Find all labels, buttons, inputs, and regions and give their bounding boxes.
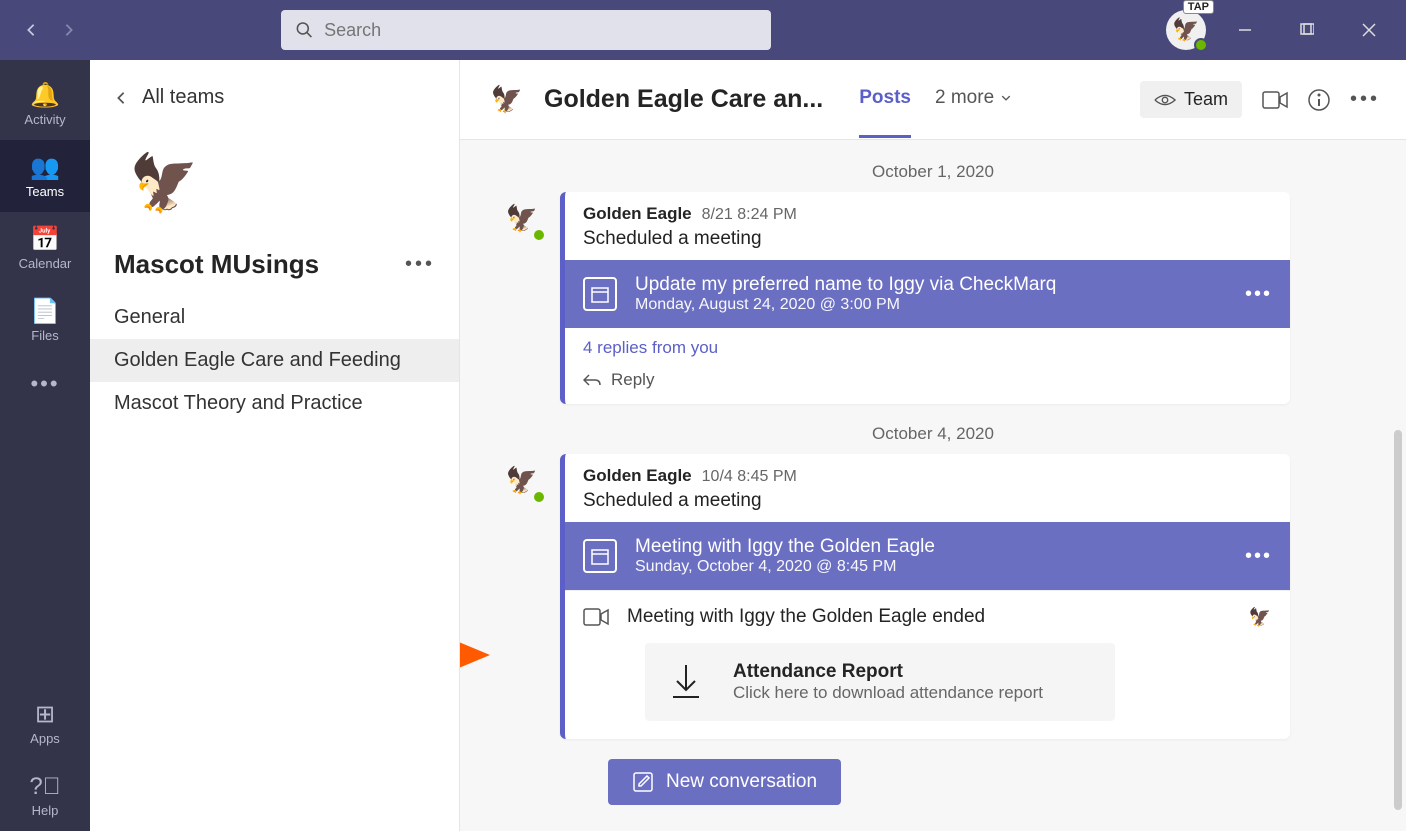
presence-available-icon <box>532 228 546 242</box>
file-icon: 📄 <box>30 297 60 326</box>
post-action-text: Scheduled a meeting <box>565 228 1290 260</box>
presence-available-icon <box>1194 38 1208 52</box>
minimize-button[interactable] <box>1222 10 1268 50</box>
tab-more[interactable]: 2 more <box>935 61 1013 138</box>
channel-more-options[interactable]: ••• <box>1350 88 1380 111</box>
help-icon: ?⃝ <box>29 773 60 801</box>
rail-calendar[interactable]: 📅Calendar <box>0 212 90 284</box>
posts-feed: October 1, 2020 🦅 Golden Eagle 8/21 8:24 … <box>460 140 1406 831</box>
team-avatar: 🦅 <box>114 133 214 233</box>
meeting-time: Monday, August 24, 2020 @ 3:00 PM <box>635 296 1056 314</box>
maximize-button[interactable] <box>1284 10 1330 50</box>
reply-icon <box>583 373 601 387</box>
meeting-card[interactable]: Update my preferred name to Iggy via Che… <box>565 260 1290 328</box>
rail-files[interactable]: 📄Files <box>0 284 90 356</box>
eye-icon <box>1154 92 1176 108</box>
search-input[interactable] <box>324 20 757 41</box>
post: 🦅 Golden Eagle 8/21 8:24 PM Scheduled a m… <box>500 192 1366 404</box>
attendance-subtitle: Click here to download attendance report <box>733 683 1043 703</box>
post-timestamp: 10/4 8:45 PM <box>702 468 797 485</box>
channel-golden-eagle-care[interactable]: Golden Eagle Care and Feeding <box>90 339 459 382</box>
meeting-title: Meeting with Iggy the Golden Eagle <box>635 536 935 558</box>
author-avatar[interactable]: 🦅 <box>500 458 544 502</box>
meeting-title: Update my preferred name to Iggy via Che… <box>635 274 1056 296</box>
channel-title: Golden Eagle Care an... <box>544 85 823 114</box>
post-author: Golden Eagle <box>583 466 692 485</box>
all-teams-back[interactable]: All teams <box>90 76 459 119</box>
app-rail: 🔔Activity 👥Teams 📅Calendar 📄Files ••• ⊞A… <box>0 60 90 831</box>
team-sidebar: All teams 🦅 Mascot MUsings ••• General G… <box>90 60 460 831</box>
date-divider: October 1, 2020 <box>500 152 1366 192</box>
author-avatar[interactable]: 🦅 <box>500 196 544 240</box>
rail-teams[interactable]: 👥Teams <box>0 140 90 212</box>
scrollbar[interactable] <box>1394 430 1402 810</box>
new-conversation-button[interactable]: New conversation <box>608 759 841 805</box>
search-icon <box>295 20 314 40</box>
meeting-time: Sunday, October 4, 2020 @ 8:45 PM <box>635 558 935 576</box>
tab-posts[interactable]: Posts <box>859 61 911 138</box>
calendar-icon: 📅 <box>30 225 60 254</box>
meeting-more-options[interactable]: ••• <box>1245 283 1272 306</box>
chevron-left-icon <box>114 91 128 105</box>
calendar-icon <box>583 277 617 311</box>
download-icon <box>669 663 703 701</box>
meeting-more-options[interactable]: ••• <box>1245 545 1272 568</box>
rail-help[interactable]: ?⃝Help <box>0 759 90 831</box>
tap-badge: TAP <box>1183 0 1214 14</box>
replies-link[interactable]: 4 replies from you <box>565 328 1290 362</box>
rail-more[interactable]: ••• <box>0 356 90 412</box>
channel-mascot-theory[interactable]: Mascot Theory and Practice <box>90 382 459 425</box>
bell-icon: 🔔 <box>30 81 60 110</box>
meeting-card[interactable]: Meeting with Iggy the Golden Eagle Sunda… <box>565 522 1290 590</box>
profile-avatar[interactable]: TAP 🦅 <box>1166 10 1206 50</box>
close-button[interactable] <box>1346 10 1392 50</box>
chevron-down-icon <box>999 93 1013 103</box>
info-button[interactable] <box>1308 89 1330 111</box>
nav-forward[interactable] <box>54 15 84 45</box>
attendance-report-download[interactable]: Attendance Report Click here to download… <box>645 643 1115 721</box>
meeting-ended-row: Meeting with Iggy the Golden Eagle ended… <box>565 590 1290 643</box>
attendee-avatar[interactable]: 🦅 <box>1248 605 1272 629</box>
attendance-title: Attendance Report <box>733 661 1043 683</box>
video-icon <box>583 608 609 626</box>
post-action-text: Scheduled a meeting <box>565 490 1290 522</box>
nav-back[interactable] <box>16 15 46 45</box>
channel-header: 🦅 Golden Eagle Care an... Posts 2 more T… <box>460 60 1406 140</box>
meet-now-button[interactable] <box>1262 91 1288 109</box>
date-divider: October 4, 2020 <box>500 414 1366 454</box>
team-more-options[interactable]: ••• <box>405 253 435 276</box>
post: 🦅 Golden Eagle 10/4 8:45 PM Scheduled a m… <box>500 454 1366 739</box>
rail-apps[interactable]: ⊞Apps <box>0 687 90 759</box>
reply-button[interactable]: Reply <box>565 362 1290 404</box>
post-timestamp: 8/21 8:24 PM <box>702 206 797 223</box>
team-view-button[interactable]: Team <box>1140 81 1242 118</box>
compose-icon <box>632 771 654 793</box>
presence-available-icon <box>532 490 546 504</box>
apps-icon: ⊞ <box>35 700 55 729</box>
people-icon: 👥 <box>30 153 60 182</box>
channel-avatar: 🦅 <box>486 79 528 121</box>
team-name: Mascot MUsings <box>114 249 319 280</box>
calendar-icon <box>583 539 617 573</box>
channel-general[interactable]: General <box>90 296 459 339</box>
post-author: Golden Eagle <box>583 204 692 223</box>
rail-activity[interactable]: 🔔Activity <box>0 68 90 140</box>
search-box[interactable] <box>281 10 771 50</box>
